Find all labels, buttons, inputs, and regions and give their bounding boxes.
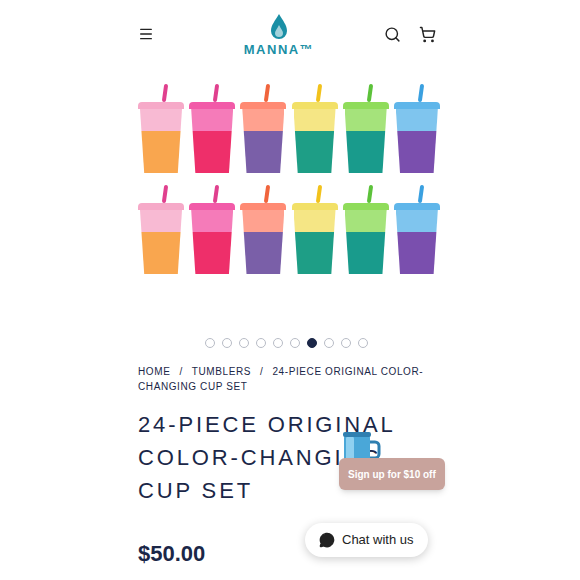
- signup-button[interactable]: Sign up for $10 off: [339, 458, 445, 490]
- carousel-dot[interactable]: [239, 338, 249, 348]
- chat-button[interactable]: Chat with us: [305, 523, 428, 557]
- carousel-dots: [138, 338, 440, 348]
- drop-logo-icon: [268, 13, 290, 41]
- header: MANNA™: [138, 0, 440, 64]
- carousel-dot[interactable]: [205, 338, 215, 348]
- carousel-dot[interactable]: [256, 338, 266, 348]
- cup: [292, 84, 338, 173]
- carousel-dot[interactable]: [290, 338, 300, 348]
- breadcrumb-separator: /: [260, 366, 263, 377]
- cup: [138, 185, 184, 274]
- breadcrumb-link[interactable]: TUMBLERS: [192, 366, 251, 377]
- page: MANNA™HOME/TUMBLERS/24-PIECE ORIGINAL CO…: [0, 0, 580, 580]
- cup: [240, 185, 286, 274]
- cup: [189, 84, 235, 173]
- cart-icon[interactable]: [419, 26, 436, 43]
- carousel-dot[interactable]: [341, 338, 351, 348]
- breadcrumb: HOME/TUMBLERS/24-PIECE ORIGINAL COLOR-CH…: [138, 364, 440, 394]
- cup: [343, 84, 389, 173]
- carousel-dot[interactable]: [307, 338, 317, 348]
- logo[interactable]: MANNA™: [244, 13, 315, 56]
- menu-icon[interactable]: [138, 26, 154, 42]
- cup: [394, 84, 440, 173]
- search-icon[interactable]: [384, 26, 401, 43]
- cup: [292, 185, 338, 274]
- carousel-dot[interactable]: [358, 338, 368, 348]
- breadcrumb-link[interactable]: HOME: [138, 366, 170, 377]
- cup: [394, 185, 440, 274]
- cup: [189, 185, 235, 274]
- chat-icon: [319, 532, 335, 548]
- carousel-dot[interactable]: [273, 338, 283, 348]
- product-image[interactable]: [138, 64, 440, 294]
- cup: [138, 84, 184, 173]
- cup: [343, 185, 389, 274]
- carousel-dot[interactable]: [324, 338, 334, 348]
- carousel-dot[interactable]: [222, 338, 232, 348]
- breadcrumb-separator: /: [179, 366, 182, 377]
- cup: [240, 84, 286, 173]
